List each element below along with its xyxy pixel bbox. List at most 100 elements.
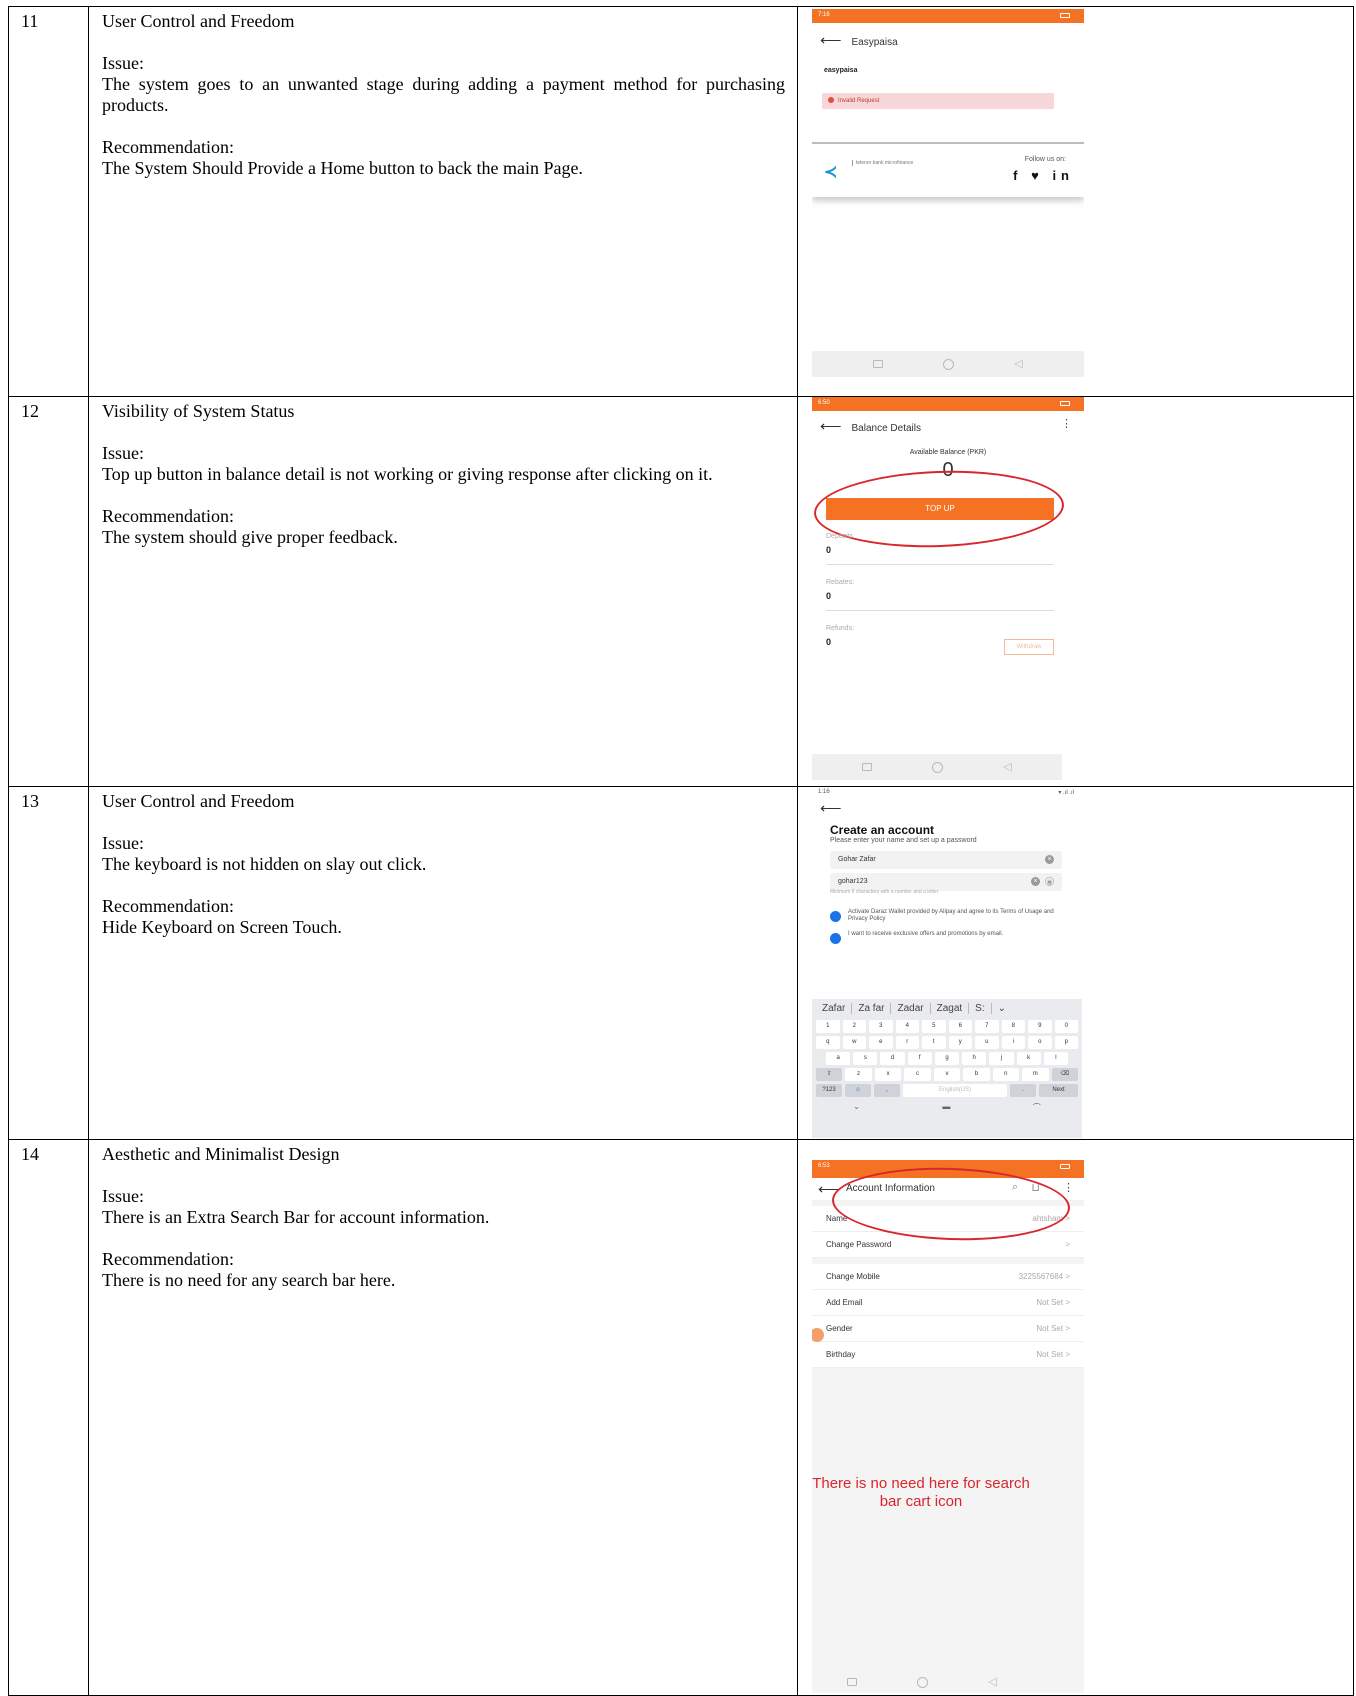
key: , xyxy=(874,1084,900,1097)
key: 5 xyxy=(922,1020,946,1033)
field-label: Rebates: xyxy=(826,579,855,586)
field-value: 0 xyxy=(826,545,832,555)
error-icon xyxy=(828,97,834,103)
recent-apps-icon xyxy=(862,763,873,771)
key: j xyxy=(989,1052,1014,1065)
suggestion: Zadar xyxy=(891,1002,931,1014)
back-triangle-icon: ◁ xyxy=(1014,358,1023,370)
birthday-row: Birthday Not Set > xyxy=(812,1342,1084,1368)
screenshot-cell: 7:16 ⟵ Easypaisa easypaisa Invalid Reques… xyxy=(797,6,1354,397)
key: f xyxy=(907,1052,932,1065)
add-email-row: Add Email Not Set > xyxy=(812,1290,1084,1316)
key: e xyxy=(869,1036,893,1049)
key: i xyxy=(1001,1036,1025,1049)
key: 3 xyxy=(869,1020,893,1033)
battery-icon xyxy=(1060,13,1070,18)
change-mobile-row: Change Mobile 3225567684 > xyxy=(812,1264,1084,1290)
account-information-screenshot: 6:53 ⟵ Account Information ⌕ ⊔ ⋮ Name aht… xyxy=(812,1160,1084,1693)
shift-key-icon: ⇧ xyxy=(816,1068,843,1081)
page-title: Create an account xyxy=(830,823,935,837)
key: 6 xyxy=(948,1020,972,1033)
suggestion: Zafar xyxy=(816,1002,853,1014)
page-subtitle: Please enter your name and set up a pass… xyxy=(830,837,977,844)
home-icon xyxy=(943,358,955,370)
suggestion: S: xyxy=(969,1002,992,1014)
heuristic-evaluation-table: 11 User Control and Freedom Issue: The s… xyxy=(8,6,1354,1696)
screenshot-cell: 6:50 ⟵ Balance Details ⋮ Available Balanc… xyxy=(797,396,1354,787)
row-value-text: Not Set xyxy=(1036,1324,1064,1333)
row-value: Not Set > xyxy=(1036,1350,1070,1359)
key: 8 xyxy=(1001,1020,1025,1033)
status-time: 6:50 xyxy=(818,400,830,406)
wallet-consent-checkbox: Activate Daraz Wallet provided by Alipay… xyxy=(830,909,1062,923)
easypaisa-screenshot: 7:16 ⟵ Easypaisa easypaisa Invalid Reques… xyxy=(812,9,1084,377)
key: 4 xyxy=(895,1020,919,1033)
recommendation-label: Recommendation: xyxy=(102,896,234,916)
home-icon xyxy=(917,1676,929,1688)
row-value-text: Not Set xyxy=(1036,1350,1064,1359)
screenshot-cell: 1:16 ▾ .ıl .ıl ⟵ Create an account Please… xyxy=(797,786,1354,1140)
row-description: Visibility of System Status Issue: Top u… xyxy=(88,396,798,787)
next-key: Next xyxy=(1039,1084,1078,1097)
easypaisa-logo: easypaisa xyxy=(824,67,858,74)
balance-details-screenshot: 6:50 ⟵ Balance Details ⋮ Available Balanc… xyxy=(812,397,1084,780)
back-arrow-icon: ⟵ xyxy=(820,800,842,817)
key-row: qwertyuiop xyxy=(812,1036,1082,1049)
issue-text: There is an Extra Search Bar for account… xyxy=(102,1207,490,1227)
key: 9 xyxy=(1028,1020,1052,1033)
field-label: Deposits xyxy=(826,533,854,540)
more-menu-icon: ⋮ xyxy=(1063,1182,1074,1194)
key: l xyxy=(1043,1052,1068,1065)
promotions-checkbox: I want to receive exclusive offers and p… xyxy=(830,931,1062,944)
key: n xyxy=(992,1068,1020,1081)
recommendation-label: Recommendation: xyxy=(102,1249,234,1269)
available-balance-label: Available Balance (PKR) xyxy=(909,449,987,456)
telenor-logo-icon: ≺ xyxy=(824,164,838,181)
table-row: 14 Aesthetic and Minimalist Design Issue… xyxy=(8,1139,1354,1696)
row-description: User Control and Freedom Issue: The syst… xyxy=(88,6,798,397)
suggestion: Za far xyxy=(852,1002,892,1014)
android-nav-bar: ◁ xyxy=(812,754,1062,780)
checkbox-checked-icon xyxy=(830,911,841,922)
back-arrow-icon: ⟵ xyxy=(820,32,842,49)
checkbox-checked-icon xyxy=(830,933,841,944)
expand-icon: ⌄ xyxy=(997,1002,1007,1014)
chevron-right-icon: > xyxy=(1065,1240,1070,1249)
field-label: Refunds: xyxy=(826,625,855,632)
follow-us-text: Follow us on: xyxy=(1024,156,1066,163)
password-hint: Minimum 6 characters with a number and a… xyxy=(830,889,939,895)
status-time: 7:16 xyxy=(818,12,830,18)
app-bar-title: Balance Details xyxy=(851,423,921,434)
deposits-field: Deposits 0 xyxy=(826,533,1054,565)
row-label: Gender xyxy=(826,1324,853,1333)
status-icons: ▾ .ıl .ıl xyxy=(1058,790,1074,796)
clear-icon: × xyxy=(1045,855,1054,864)
key: q xyxy=(816,1036,840,1049)
row-number: 13 xyxy=(8,786,89,1140)
annotation-text: There is no need here for search bar car… xyxy=(812,1475,1030,1510)
hide-keyboard-icon: ⌄ xyxy=(853,1102,860,1111)
app-bar: ⟵ Balance Details xyxy=(820,417,921,435)
issue-label: Issue: xyxy=(102,443,144,463)
heuristic-heading: Aesthetic and Minimalist Design xyxy=(102,1144,340,1164)
emoji-key-icon: ☺ xyxy=(845,1084,871,1097)
social-icons: f ♥ in xyxy=(1013,168,1074,183)
row-value: Not Set > xyxy=(1036,1324,1070,1333)
key: k xyxy=(1016,1052,1041,1065)
rebates-field: Rebates: 0 xyxy=(826,579,1054,611)
key: u xyxy=(975,1036,999,1049)
recommendation-text: The system should give proper feedback. xyxy=(102,527,398,547)
refunds-field: Refunds: 0 Withdraw xyxy=(826,625,1054,657)
heuristic-heading: User Control and Freedom xyxy=(102,11,295,31)
key: v xyxy=(933,1068,961,1081)
name-field: Gohar Zafar × xyxy=(830,851,1062,869)
home-icon xyxy=(932,761,944,773)
gender-row: Gender Not Set > xyxy=(812,1316,1084,1342)
bank-logo-text: telenor bank microfinance xyxy=(852,160,913,166)
key: m xyxy=(1022,1068,1049,1081)
key: . xyxy=(1010,1084,1036,1097)
android-nav-bar: ◁ xyxy=(812,351,1084,377)
android-nav-bar: ◁ xyxy=(812,1669,1032,1693)
home-bar-icon: ▬ xyxy=(942,1102,951,1111)
name-value: Gohar Zafar xyxy=(838,856,876,863)
